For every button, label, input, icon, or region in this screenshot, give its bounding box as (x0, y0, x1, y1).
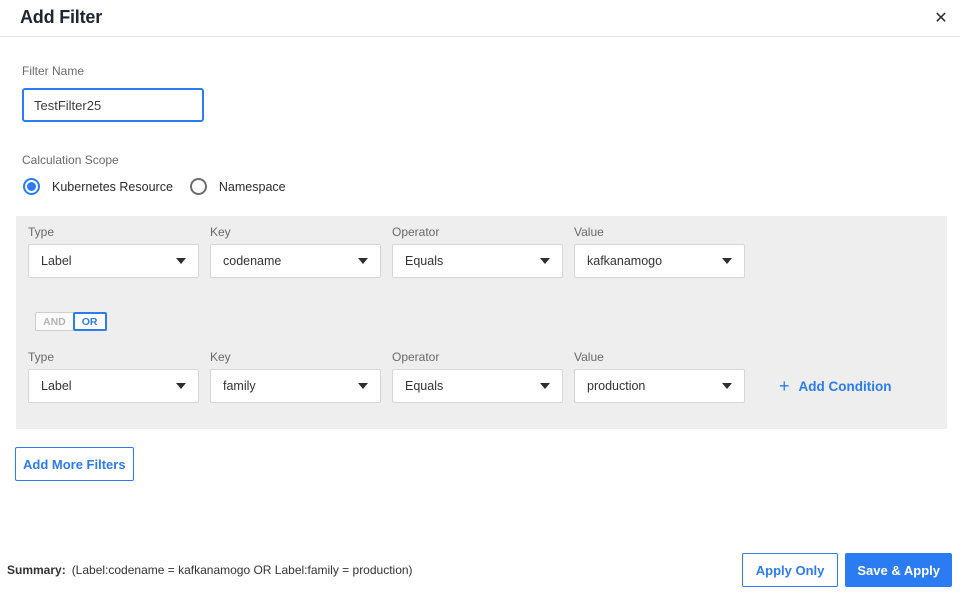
calculation-scope-label: Calculation Scope (22, 153, 119, 167)
condition-1-operator-select[interactable]: Equals (392, 244, 563, 278)
radio-unselected-icon (189, 178, 207, 195)
type-label: Type (28, 225, 55, 239)
condition-1-type-field: Type Label (28, 225, 199, 278)
apply-only-button[interactable]: Apply Only (741, 553, 839, 587)
condition-2-operator-field: Operator Equals (392, 350, 563, 403)
radio-label: Kubernetes Resource (52, 179, 173, 194)
and-or-toggle: AND OR (35, 312, 107, 331)
condition-1-value-field: Value kafkanamogo (574, 225, 745, 278)
radio-label: Namespace (218, 179, 286, 194)
condition-1-operator-field: Operator Equals (392, 225, 563, 278)
condition-2-value-field: Value production (574, 350, 745, 403)
condition-2-key-field: Key family (210, 350, 381, 403)
or-toggle-button[interactable]: OR (72, 312, 107, 331)
value-label: Value (574, 350, 604, 364)
caret-down-icon (540, 258, 550, 264)
radio-namespace[interactable]: Namespace (189, 178, 286, 195)
condition-2-type-select[interactable]: Label (28, 369, 199, 403)
caret-down-icon (358, 383, 368, 389)
caret-down-icon (358, 258, 368, 264)
condition-1-value-select[interactable]: kafkanamogo (574, 244, 745, 278)
radio-kubernetes-resource[interactable]: Kubernetes Resource (23, 178, 173, 195)
and-toggle-button[interactable]: AND (35, 312, 73, 331)
condition-1-key-field: Key codename (210, 225, 381, 278)
caret-down-icon (176, 383, 186, 389)
add-more-filters-button[interactable]: Add More Filters (15, 447, 134, 481)
condition-1-key-select[interactable]: codename (210, 244, 381, 278)
type-label: Type (28, 350, 55, 364)
add-condition-link[interactable]: + Add Condition (779, 369, 892, 403)
condition-row-2: Type Label Key family Operator Equals Va… (28, 350, 892, 403)
operator-label: Operator (392, 225, 440, 239)
value-label: Value (574, 225, 604, 239)
condition-2-type-field: Type Label (28, 350, 199, 403)
summary-label: Summary: (7, 563, 66, 577)
caret-down-icon (176, 258, 186, 264)
calculation-scope-options: Kubernetes Resource Namespace (23, 178, 303, 195)
page-title: Add Filter (20, 7, 102, 27)
key-label: Key (210, 225, 231, 239)
plus-icon: + (779, 376, 790, 396)
condition-row-1: Type Label Key codename Operator Equals (28, 225, 756, 278)
caret-down-icon (540, 383, 550, 389)
condition-2-operator-select[interactable]: Equals (392, 369, 563, 403)
radio-selected-icon (23, 178, 40, 195)
condition-2-value-select[interactable]: production (574, 369, 745, 403)
save-and-apply-button[interactable]: Save & Apply (845, 553, 952, 587)
add-filter-dialog: Add Filter ✕ Filter Name Calculation Sco… (0, 0, 960, 595)
close-icon[interactable]: ✕ (924, 2, 958, 34)
condition-2-key-select[interactable]: family (210, 369, 381, 403)
caret-down-icon (722, 258, 732, 264)
summary-text: (Label:codename = kafkanamogo OR Label:f… (71, 563, 413, 577)
caret-down-icon (722, 383, 732, 389)
key-label: Key (210, 350, 231, 364)
filter-name-input[interactable] (22, 88, 204, 122)
filter-name-label: Filter Name (22, 64, 85, 78)
conditions-panel: Type Label Key codename Operator Equals (16, 216, 947, 429)
condition-1-type-select[interactable]: Label (28, 244, 199, 278)
operator-label: Operator (392, 350, 440, 364)
dialog-header: Add Filter ✕ (0, 0, 960, 37)
filter-summary: Summary: (Label:codename = kafkanamogo OR… (7, 563, 413, 577)
dialog-footer: Summary: (Label:codename = kafkanamogo OR… (7, 553, 952, 587)
